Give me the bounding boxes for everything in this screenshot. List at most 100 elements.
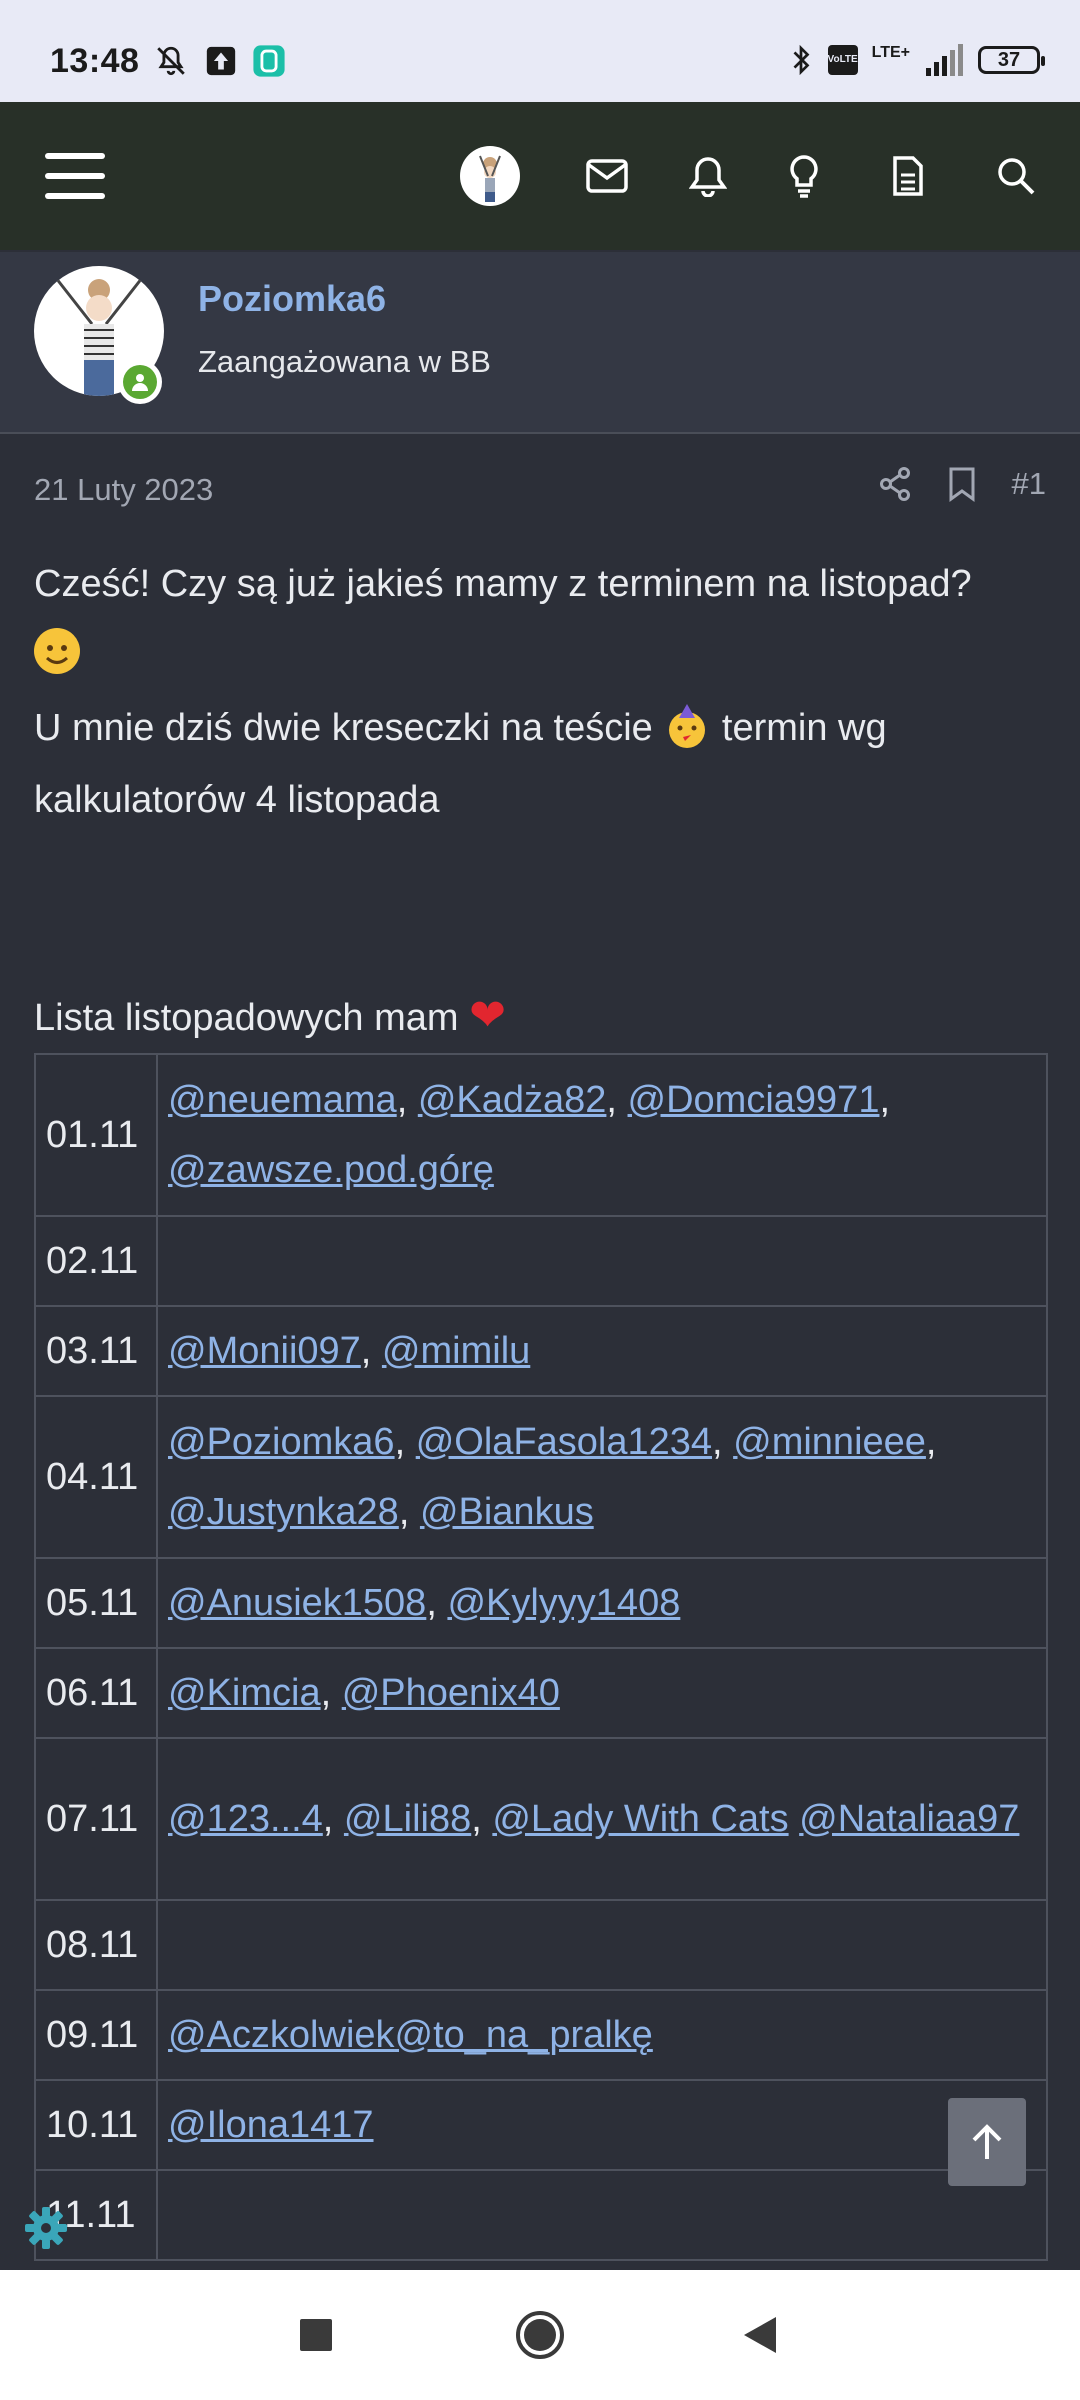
- user-mention-link[interactable]: @Justynka28: [168, 1491, 399, 1533]
- circle-home-icon: [516, 2311, 564, 2359]
- whats-new-button[interactable]: [772, 102, 836, 250]
- post-actions: #1: [878, 466, 1046, 502]
- table-row: 01.11 @neuemama, @Kadża82, @Domcia9971, @…: [34, 1053, 1048, 1217]
- mentions-cell: @123...4, @Lili88, @Lady With Cats @Nata…: [156, 1737, 1048, 1901]
- search-button[interactable]: [984, 102, 1048, 250]
- user-mention-link[interactable]: @minnieee: [733, 1421, 926, 1463]
- table-row: 08.11: [34, 1899, 1048, 1991]
- posts-button[interactable]: [876, 102, 940, 250]
- user-mention-link[interactable]: @Biankus: [420, 1491, 594, 1533]
- user-mention-link[interactable]: @neuemama: [168, 1079, 397, 1121]
- author-title: Zaangażowana w BB: [198, 344, 491, 379]
- hamburger-icon: [45, 153, 105, 199]
- mentions-cell: [156, 2169, 1048, 2261]
- mentions-cell: [156, 1899, 1048, 1991]
- upload-icon: [206, 46, 236, 76]
- envelope-icon: [586, 159, 628, 193]
- back-button[interactable]: [724, 2270, 796, 2400]
- document-icon: [893, 156, 923, 196]
- post-date[interactable]: 21 Luty 2023: [34, 472, 213, 508]
- due-date-cell: 03.11: [34, 1305, 158, 1397]
- mentions-cell: @Kimcia, @Phoenix40: [156, 1647, 1048, 1739]
- messages-button[interactable]: [575, 102, 639, 250]
- user-mention-link[interactable]: @mimilu: [382, 1330, 530, 1372]
- table-row: 04.11 @Poziomka6, @OlaFasola1234, @minnie…: [34, 1395, 1048, 1559]
- triangle-back-icon: [744, 2317, 776, 2353]
- user-avatar: [460, 146, 520, 206]
- table-row: 06.11 @Kimcia, @Phoenix40: [34, 1647, 1048, 1739]
- user-mention-link[interactable]: @Ilona1417: [168, 2104, 374, 2146]
- post-line-1: Cześć! Czy są już jakieś mamy z terminem…: [34, 563, 972, 605]
- user-mention-link[interactable]: @Lili88: [344, 1798, 471, 1840]
- due-date-cell: 10.11: [34, 2079, 158, 2171]
- bell-icon: [689, 157, 727, 197]
- smile-emoji-icon: [34, 628, 80, 674]
- user-mention-link[interactable]: @Domcia9971: [628, 1079, 880, 1121]
- mentions-cell: @Ilona1417: [156, 2079, 1048, 2171]
- table-row: 02.11: [34, 1215, 1048, 1307]
- mentions-cell: @Monii097, @mimilu: [156, 1305, 1048, 1397]
- arrow-up-icon: [972, 2124, 1002, 2159]
- user-mention-link[interactable]: @Aczkolwiek: [168, 2014, 395, 2056]
- search-icon: [998, 158, 1035, 195]
- table-row: 03.11 @Monii097, @mimilu: [34, 1305, 1048, 1397]
- table-row: 09.11 @Aczkolwiek@to_na_pralkę: [34, 1989, 1048, 2081]
- user-online-icon: [132, 374, 148, 391]
- gear-icon[interactable]: [22, 2204, 70, 2252]
- post-line-2: U mnie dziś dwie kreseczki na teście ter…: [34, 692, 1054, 764]
- mentions-cell: @Anusiek1508, @Kylyyy1408: [156, 1557, 1048, 1649]
- user-mention-link[interactable]: @Lady With Cats: [492, 1798, 788, 1840]
- home-button[interactable]: [504, 2270, 576, 2400]
- status-time: 13:48: [50, 42, 140, 80]
- post-content: Cześć! Czy są już jakieś mamy z terminem…: [34, 548, 1054, 1054]
- due-date-table: 01.11 @neuemama, @Kadża82, @Domcia9971, @…: [34, 1053, 1048, 2261]
- table-row: 11.11: [34, 2169, 1048, 2261]
- post-line-3: kalkulatorów 4 listopada: [34, 779, 440, 821]
- user-mention-link[interactable]: @Monii097: [168, 1330, 361, 1372]
- user-mention-link[interactable]: @Nataliaa97: [799, 1798, 1019, 1840]
- user-mention-link[interactable]: @to_na_pralkę: [395, 2014, 653, 2056]
- due-date-cell: 02.11: [34, 1215, 158, 1307]
- recent-apps-button[interactable]: [280, 2270, 352, 2400]
- mentions-cell: [156, 1215, 1048, 1307]
- user-mention-link[interactable]: @Kadża82: [418, 1079, 607, 1121]
- due-date-cell: 01.11: [34, 1053, 158, 1217]
- menu-button[interactable]: [30, 102, 120, 250]
- alerts-button[interactable]: [676, 102, 740, 250]
- top-navbar: [0, 102, 1080, 250]
- post-number[interactable]: #1: [1012, 466, 1046, 502]
- scroll-to-top-button[interactable]: [948, 2098, 1026, 2186]
- battery-indicator: 37: [978, 46, 1045, 74]
- user-mention-link[interactable]: @Kimcia: [168, 1672, 321, 1714]
- account-button[interactable]: [458, 102, 522, 250]
- due-date-cell: 07.11: [34, 1737, 158, 1901]
- volte-icon: VoLTE: [828, 45, 858, 75]
- status-right: VoLTE LTE+ 37: [788, 40, 1045, 80]
- user-mention-link[interactable]: @123...4: [168, 1798, 323, 1840]
- table-row: 07.11 @123...4, @Lili88, @Lady With Cats …: [34, 1737, 1048, 1901]
- user-mention-link[interactable]: @zawsze.pod.górę: [168, 1149, 494, 1191]
- table-row: 05.11 @Anusiek1508, @Kylyyy1408: [34, 1557, 1048, 1649]
- online-status: [118, 360, 162, 404]
- user-mention-link[interactable]: @Kylyyy1408: [447, 1582, 680, 1624]
- due-date-cell: 04.11: [34, 1395, 158, 1559]
- user-mention-link[interactable]: @Phoenix40: [342, 1672, 560, 1714]
- bookmark-icon[interactable]: [948, 466, 976, 502]
- due-date-cell: 06.11: [34, 1647, 158, 1739]
- user-mention-link[interactable]: @Anusiek1508: [168, 1582, 426, 1624]
- user-mention-link[interactable]: @OlaFasola1234: [416, 1421, 712, 1463]
- due-date-cell: 05.11: [34, 1557, 158, 1649]
- author-username[interactable]: Poziomka6: [198, 278, 386, 320]
- table-row: 10.11 @Ilona1417: [34, 2079, 1048, 2171]
- app-notification-icon: [253, 45, 285, 77]
- due-date-cell: 08.11: [34, 1899, 158, 1991]
- system-navigation-bar: [0, 2270, 1080, 2400]
- share-icon[interactable]: [878, 466, 912, 502]
- user-mention-link[interactable]: @Poziomka6: [168, 1421, 395, 1463]
- party-face-emoji-icon: [669, 704, 706, 748]
- post-author-header: Poziomka6 Zaangażowana w BB: [0, 252, 1080, 434]
- signal-icon: [926, 44, 963, 76]
- due-date-cell: 09.11: [34, 1989, 158, 2081]
- mentions-cell: @neuemama, @Kadża82, @Domcia9971, @zawsz…: [156, 1053, 1048, 1217]
- bluetooth-icon: [793, 44, 810, 76]
